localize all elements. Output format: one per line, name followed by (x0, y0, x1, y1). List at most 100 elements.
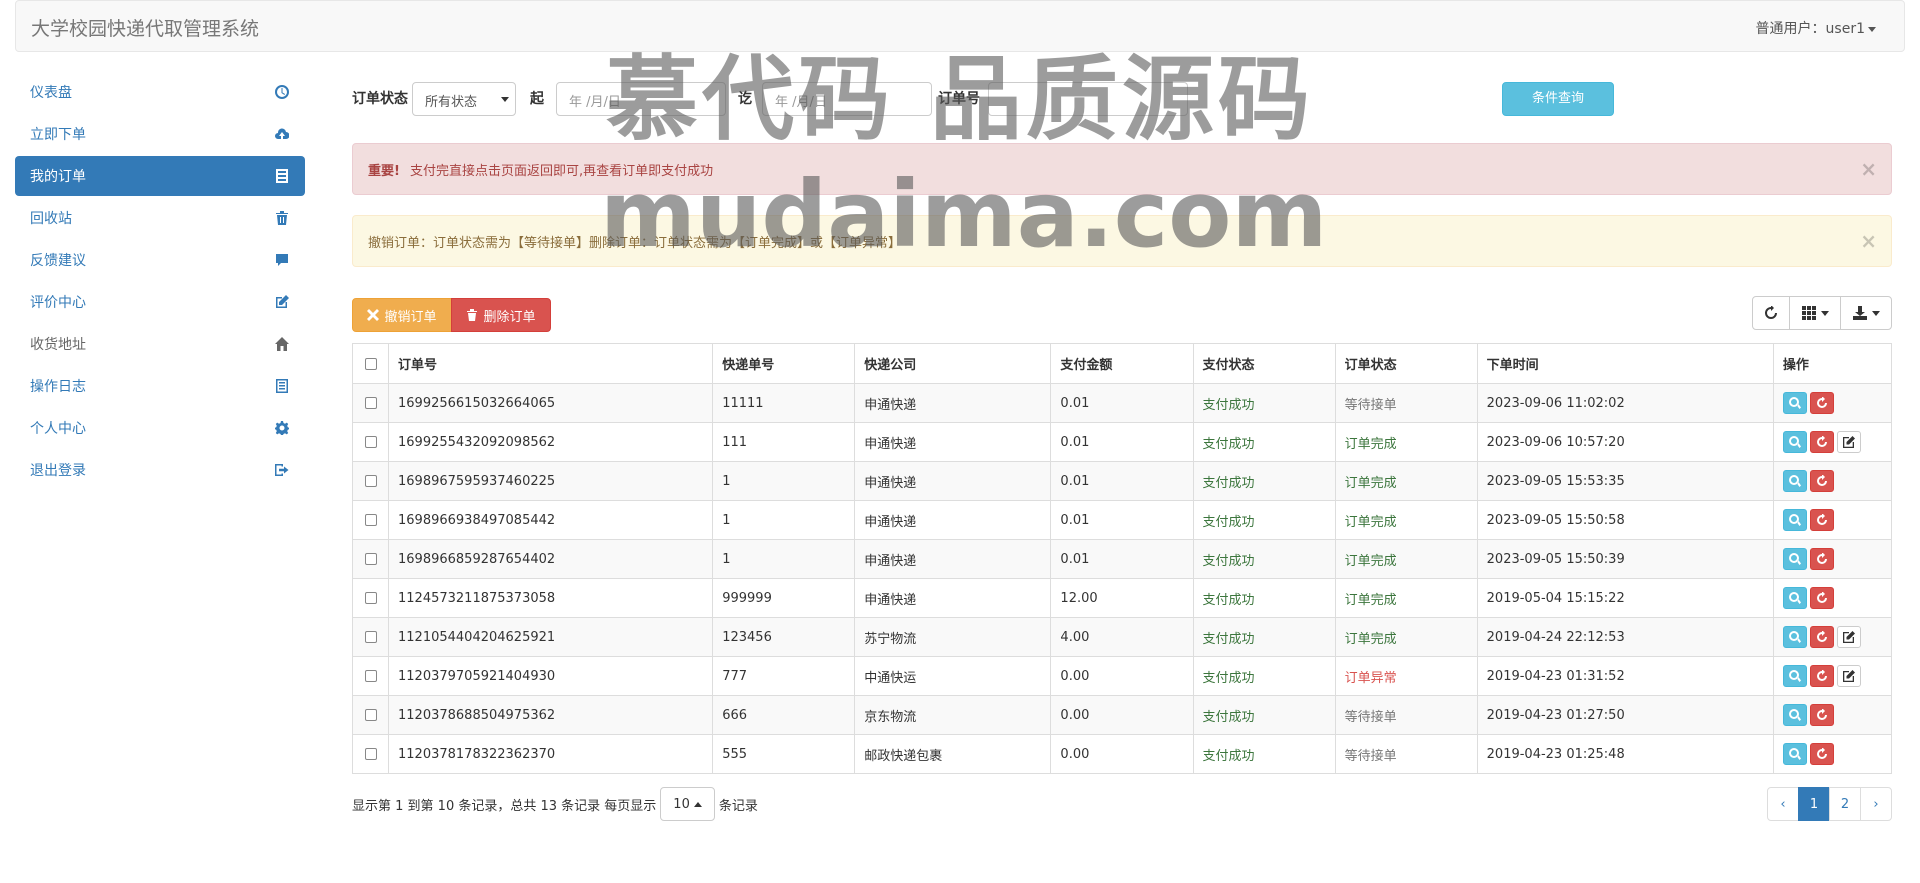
sidebar-item-10[interactable]: 退出登录 (15, 450, 305, 490)
sidebar-item-label: 评价中心 (30, 295, 86, 311)
gear-icon (274, 420, 290, 436)
revoke-order-button[interactable]: 撤销订单 (352, 298, 452, 332)
select-all-cell (351, 343, 390, 384)
table-row[interactable]: 1699256615032664065 11111 申通快递 0.01 支付成功 等待接单… (351, 383, 1893, 423)
row-checkbox[interactable] (364, 592, 377, 604)
x-icon (367, 309, 380, 321)
start-date-input[interactable]: 年 /月/日 (556, 82, 726, 116)
row-checkbox[interactable] (364, 670, 377, 682)
refresh-order-button[interactable] (1809, 509, 1834, 531)
review-button[interactable] (1836, 665, 1861, 687)
alert-text: 支付完直接点击页面返回即可,再查看订单即支付成功 (409, 163, 714, 179)
row-checkbox[interactable] (364, 436, 377, 448)
sidebar-item-4[interactable]: 回收站 (15, 198, 305, 238)
tracking-no-cell: 1 (712, 461, 856, 501)
prev-page-button[interactable]: ‹ (1767, 787, 1799, 821)
refresh-order-button[interactable] (1809, 470, 1834, 492)
sidebar-item-3[interactable]: 我的订单 (15, 156, 305, 196)
refresh-order-button[interactable] (1809, 548, 1834, 570)
sidebar-item-7[interactable]: 收货地址 (15, 324, 305, 364)
row-select-cell (351, 539, 390, 579)
app-title[interactable]: 大学校园快递代取管理系统 (31, 14, 259, 41)
refresh-order-button[interactable] (1809, 743, 1834, 765)
table-row[interactable]: 1698966859287654402 1 申通快递 0.01 支付成功 订单完成 2023… (351, 539, 1893, 579)
column-header: 支付金额 (1050, 343, 1194, 384)
sidebar-item-2[interactable]: 立即下单 (15, 114, 305, 154)
row-checkbox[interactable] (364, 397, 377, 409)
sidebar-item-5[interactable]: 反馈建议 (15, 240, 305, 280)
amount-cell: 0.00 (1050, 656, 1194, 696)
refresh-order-button[interactable] (1809, 431, 1834, 453)
pagination-info: 显示第 1 到第 10 条记录，总共 13 条记录 每页显示 10 条记录 (352, 787, 758, 821)
company-cell: 中通快运 (854, 656, 1052, 696)
view-button[interactable] (1782, 587, 1807, 609)
search-button[interactable]: 条件查询 (1502, 82, 1614, 116)
end-date-input[interactable]: 年 /月/日 (762, 82, 932, 116)
sidebar-item-9[interactable]: 个人中心 (15, 408, 305, 448)
table-row[interactable]: 1124573211875373058 999999 申通快递 12.00 支付成功 订单… (351, 578, 1893, 618)
table-row[interactable]: 1698967595937460225 1 申通快递 0.01 支付成功 订单完成 2023… (351, 461, 1893, 501)
refresh-order-button[interactable] (1809, 392, 1834, 414)
row-checkbox[interactable] (364, 553, 377, 565)
refresh-order-button[interactable] (1809, 626, 1834, 648)
refresh-order-button[interactable] (1809, 665, 1834, 687)
review-button[interactable] (1836, 431, 1861, 453)
refresh-order-button[interactable] (1809, 704, 1834, 726)
next-page-button[interactable]: › (1860, 787, 1892, 821)
view-button[interactable] (1782, 743, 1807, 765)
select-all-checkbox[interactable] (364, 357, 377, 370)
user-menu[interactable]: 普通用户：user1 (1756, 18, 1876, 38)
view-button[interactable] (1782, 665, 1807, 687)
table-row[interactable]: 1120378178322362370 555 邮政快递包裹 0.00 支付成功 等待接单… (351, 734, 1893, 774)
view-button[interactable] (1782, 626, 1807, 648)
view-button[interactable] (1782, 470, 1807, 492)
view-button[interactable] (1782, 431, 1807, 453)
table-row[interactable]: 1120379705921404930 777 中通快运 0.00 支付成功 订单异常 20… (351, 656, 1893, 696)
page-button[interactable]: 1 (1798, 787, 1830, 821)
table-row[interactable]: 1121054404204625921 123456 苏宁物流 4.00 支付成功 订单完… (351, 617, 1893, 657)
row-checkbox[interactable] (364, 631, 377, 643)
close-icon[interactable]: × (1860, 229, 1877, 253)
order-no-input[interactable] (988, 82, 1188, 116)
row-checkbox[interactable] (364, 514, 377, 526)
table-row[interactable]: 1120378688504975362 666 京东物流 0.00 支付成功 等待接单 20… (351, 695, 1893, 735)
refresh-button[interactable] (1752, 296, 1790, 330)
review-button[interactable] (1836, 626, 1861, 648)
close-icon[interactable]: × (1860, 157, 1877, 181)
order-time-cell: 2019-04-23 01:31:52 (1476, 656, 1774, 696)
dashboard-icon (274, 84, 290, 100)
view-button[interactable] (1782, 704, 1807, 726)
table-row[interactable]: 1699255432092098562 111 申通快递 0.01 支付成功 订单完成 20… (351, 422, 1893, 462)
alert-title: 重要! (368, 163, 400, 179)
export-button[interactable] (1840, 296, 1892, 330)
search-icon (1788, 592, 1801, 604)
refresh-icon (1816, 670, 1828, 682)
pay-status-cell: 支付成功 (1192, 656, 1336, 696)
columns-button[interactable] (1789, 296, 1841, 330)
tracking-no-cell: 999999 (712, 578, 856, 618)
page-size-dropdown[interactable]: 10 (660, 787, 715, 821)
sidebar-item-8[interactable]: 操作日志 (15, 366, 305, 406)
order-status-cell: 订单完成 (1334, 617, 1478, 657)
row-checkbox[interactable] (364, 709, 377, 721)
amount-cell: 0.01 (1050, 422, 1194, 462)
row-checkbox[interactable] (364, 748, 377, 760)
row-checkbox[interactable] (364, 475, 377, 487)
status-select[interactable]: 所有状态 (412, 82, 516, 116)
table-row[interactable]: 1698966938497085442 1 申通快递 0.01 支付成功 订单完成 2023… (351, 500, 1893, 540)
company-cell: 申通快递 (854, 539, 1052, 579)
actions-cell (1772, 539, 1893, 579)
sidebar-item-label: 立即下单 (30, 127, 86, 143)
edit-icon (1842, 670, 1855, 682)
refresh-order-button[interactable] (1809, 587, 1834, 609)
caret-up-icon (693, 801, 702, 807)
view-button[interactable] (1782, 392, 1807, 414)
sidebar-item-1[interactable]: 仪表盘 (15, 72, 305, 112)
delete-order-button[interactable]: 删除订单 (451, 298, 551, 332)
view-button[interactable] (1782, 548, 1807, 570)
pay-status-cell: 支付成功 (1192, 500, 1336, 540)
sidebar-item-6[interactable]: 评价中心 (15, 282, 305, 322)
comment-icon (274, 252, 290, 268)
page-button[interactable]: 2 (1829, 787, 1861, 821)
view-button[interactable] (1782, 509, 1807, 531)
